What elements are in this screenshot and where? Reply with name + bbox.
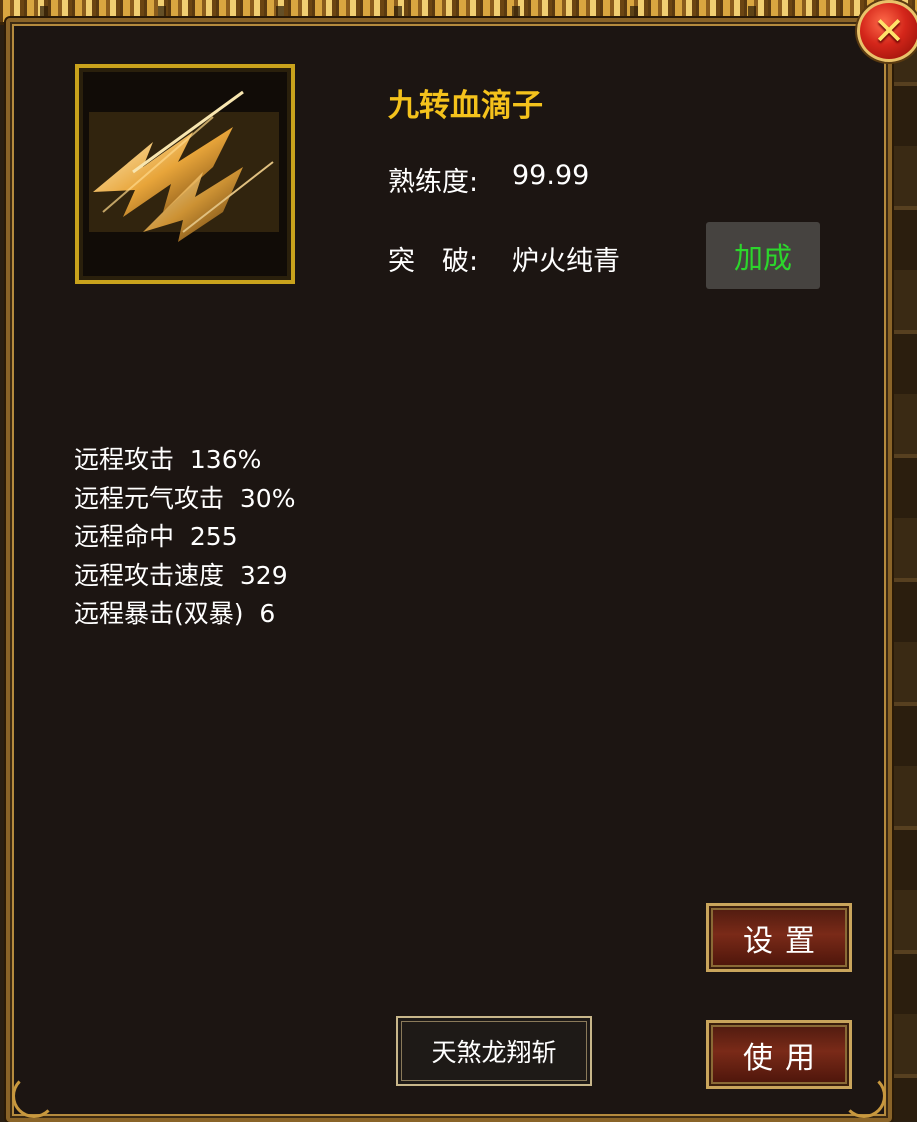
attribute-ranged-energy-attack: 远程元气攻击 30% <box>74 483 296 513</box>
skill-name: 九转血滴子 <box>388 88 543 124</box>
skill-icon-frame <box>75 64 295 284</box>
corner-ornament <box>12 1074 56 1118</box>
bonus-button[interactable]: 加成 <box>706 222 820 289</box>
attribute-ranged-crit: 远程暴击(双暴) 6 <box>74 599 276 628</box>
attribute-ranged-attack: 远程攻击 136% <box>74 445 262 474</box>
attribute-list: 远程攻击 136% 远程元气攻击 30% 远程命中 255 远程攻击速度 329… <box>74 441 295 634</box>
triple-arrow-skill-icon <box>83 72 287 276</box>
proficiency-value: 99.99 <box>512 160 590 191</box>
use-button[interactable]: 使用 <box>706 1020 852 1089</box>
use-button-label: 使用 <box>743 1040 827 1076</box>
close-x-icon: ✕ <box>873 9 905 53</box>
close-button[interactable]: ✕ <box>857 0 917 62</box>
attribute-ranged-attack-speed: 远程攻击速度 329 <box>74 560 288 590</box>
breakthrough-value: 炉火纯青 <box>512 246 620 277</box>
auto-skill-selector[interactable]: 天煞龙翔斩 <box>396 1016 592 1086</box>
breakthrough-label: 突 破: <box>388 246 479 277</box>
settings-button[interactable]: 设置 <box>706 903 852 972</box>
attribute-ranged-hit: 远程命中 255 <box>74 522 238 551</box>
settings-button-label: 设置 <box>743 923 827 959</box>
proficiency-label: 熟练度: <box>388 167 479 198</box>
